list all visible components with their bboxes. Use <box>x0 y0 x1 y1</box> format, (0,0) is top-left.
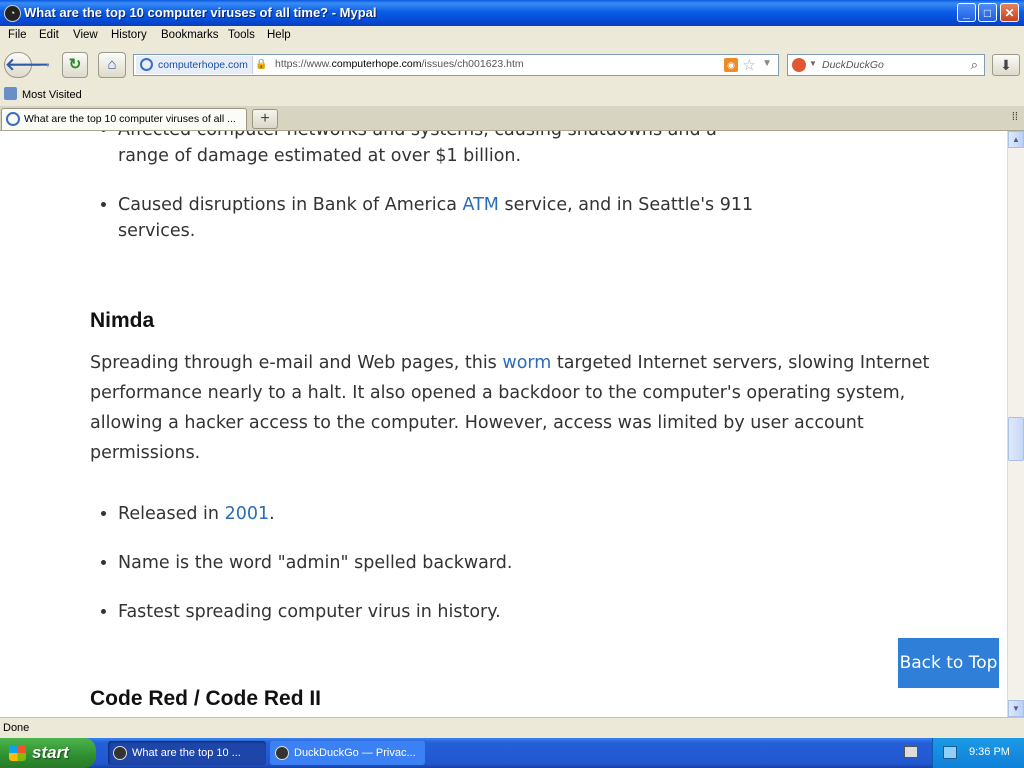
bookmark-folder-icon <box>4 87 17 100</box>
scroll-up-icon[interactable]: ▲ <box>1008 131 1024 148</box>
rss-feed-icon[interactable]: ◉ <box>724 58 738 72</box>
scroll-down-icon[interactable]: ▼ <box>1008 700 1024 717</box>
keyboard-icon[interactable] <box>904 746 918 758</box>
vertical-scrollbar[interactable]: ▲ ▼ <box>1007 131 1024 717</box>
taskbar-item-duckduckgo[interactable]: DuckDuckGo — Privac... <box>270 741 425 765</box>
list-item: Fastest spreading computer virus in hist… <box>118 599 818 625</box>
site-globe-icon <box>140 58 153 71</box>
list-item: Caused disruptions in Bank of America AT… <box>118 192 768 244</box>
forward-button[interactable]: → <box>33 52 57 78</box>
back-button[interactable]: 🡐 <box>4 52 51 78</box>
search-bar[interactable]: ▼ DuckDuckGo ⌕ <box>787 54 985 76</box>
menu-help[interactable]: Help <box>267 29 291 41</box>
list-item: Released in 2001. <box>118 501 818 527</box>
taskbar: start What are the top 10 ... DuckDuckGo… <box>0 738 1024 768</box>
tab-label: What are the top 10 computer viruses of … <box>24 113 236 125</box>
taskbar-item-mypal[interactable]: What are the top 10 ... <box>108 741 266 765</box>
scroll-thumb[interactable] <box>1008 417 1024 461</box>
home-button[interactable]: ⌂ <box>98 52 126 78</box>
year-2001-link[interactable]: 2001 <box>225 504 270 524</box>
raccoon-icon <box>113 746 127 760</box>
list-item: Name is the word "admin" spelled backwar… <box>118 550 818 576</box>
system-tray: 9:36 PM <box>932 738 1024 768</box>
raccoon-icon: ◔ <box>4 5 21 22</box>
bookmark-star-icon[interactable]: ☆ <box>743 56 756 74</box>
engine-dropdown-icon[interactable]: ▼ <box>809 59 817 68</box>
window-title: What are the top 10 computer viruses of … <box>24 5 377 20</box>
page-content: Affected computer networks and systems, … <box>0 131 1007 717</box>
menu-file[interactable]: File <box>8 29 27 41</box>
title-bar: ◔ What are the top 10 computer viruses o… <box>0 0 1024 26</box>
menu-tools[interactable]: Tools <box>228 29 255 41</box>
downloads-button[interactable]: ⬇ <box>992 54 1020 76</box>
menu-bar: File Edit View History Bookmarks Tools H… <box>0 26 1024 46</box>
maximize-button[interactable]: □ <box>978 3 997 22</box>
duckduckgo-icon[interactable] <box>792 58 806 72</box>
atm-link[interactable]: ATM <box>463 195 499 215</box>
most-visited-bookmark[interactable]: Most Visited <box>4 87 82 101</box>
tab-list-icon[interactable]: ⁞⁞ <box>1012 111 1018 123</box>
site-identity-button[interactable]: computerhope.com <box>136 56 253 74</box>
nimda-heading: Nimda <box>90 309 155 332</box>
start-button[interactable]: start <box>0 738 96 768</box>
new-tab-button[interactable]: + <box>252 109 278 129</box>
status-bar: Done <box>0 717 1024 738</box>
url-bar[interactable]: computerhope.com 🔒 https://www.computerh… <box>133 54 779 76</box>
tab-favicon-icon <box>6 112 20 126</box>
lock-icon: 🔒 <box>255 59 268 70</box>
raccoon-icon <box>275 746 289 760</box>
status-text: Done <box>3 722 30 734</box>
prev-virus-facts: Affected computer networks and systems, … <box>100 131 768 267</box>
url-dropdown-icon[interactable]: ▼ <box>762 58 772 69</box>
menu-bookmarks[interactable]: Bookmarks <box>161 29 219 41</box>
menu-edit[interactable]: Edit <box>39 29 59 41</box>
navigation-toolbar: 🡐 → ↻ ⌂ computerhope.com 🔒 https://www.c… <box>0 46 1024 84</box>
menu-history[interactable]: History <box>111 29 147 41</box>
url-text[interactable]: https://www.computerhope.com/issues/ch00… <box>275 58 524 70</box>
windows-flag-icon <box>9 745 26 761</box>
back-to-top-button[interactable]: Back to Top <box>898 638 999 688</box>
nimda-facts: Released in 2001. Name is the word "admi… <box>100 501 818 648</box>
clock: 9:36 PM <box>969 746 1010 758</box>
menu-view[interactable]: View <box>73 29 98 41</box>
code-red-heading: Code Red / Code Red II <box>90 687 322 710</box>
search-icon[interactable]: ⌕ <box>971 57 978 73</box>
reload-button[interactable]: ↻ <box>62 52 88 78</box>
worm-link[interactable]: worm <box>502 353 551 373</box>
nimda-description: Spreading through e-mail and Web pages, … <box>90 353 930 463</box>
minimize-button[interactable]: _ <box>957 3 976 22</box>
list-item: Affected computer networks and systems, … <box>118 131 768 169</box>
site-identity-label: computerhope.com <box>158 59 248 71</box>
close-button[interactable]: ✕ <box>1000 3 1019 22</box>
tab-active[interactable]: What are the top 10 computer viruses of … <box>1 108 247 130</box>
search-input[interactable]: DuckDuckGo <box>822 59 884 71</box>
bookmarks-toolbar: Most Visited <box>0 84 1024 107</box>
network-icon[interactable] <box>943 746 957 759</box>
tab-bar: What are the top 10 computer viruses of … <box>0 106 1024 131</box>
